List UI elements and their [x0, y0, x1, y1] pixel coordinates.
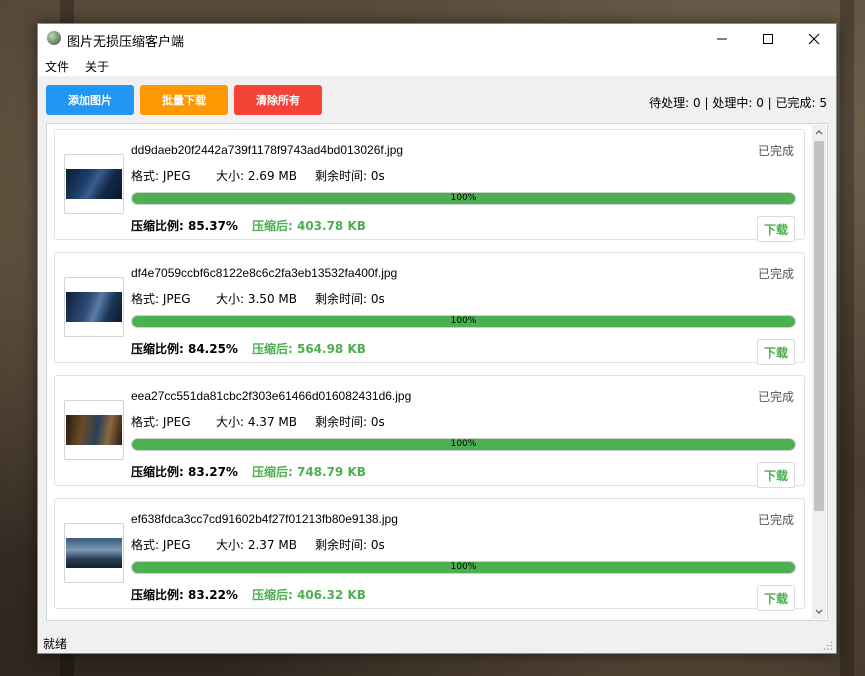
remaining-time-label: 剩余时间: 0s: [315, 169, 385, 183]
image-thumbnail: [66, 169, 122, 199]
file-name: df4e7059ccbf6c8122e8c6c2fa3eb13532fa400f…: [131, 266, 398, 280]
maximize-icon: [763, 34, 773, 44]
remaining-time-label: 剩余时间: 0s: [315, 292, 385, 306]
status-text: 就绪: [43, 637, 68, 651]
compression-ratio: 压缩比例: 83.27%: [131, 465, 238, 479]
download-button[interactable]: 下载: [757, 216, 795, 242]
file-card: df4e7059ccbf6c8122e8c6c2fa3eb13532fa400f…: [54, 252, 805, 365]
compressed-size: 压缩后: 564.98 KB: [252, 342, 366, 356]
compression-ratio: 压缩比例: 85.37%: [131, 219, 238, 233]
file-name: eea27cc551da81cbc2f303e61466d016082431d6…: [131, 389, 412, 403]
thumbnail-frame: [64, 277, 124, 337]
format-label: 格式: JPEG: [131, 292, 191, 306]
compressed-size: 压缩后: 748.79 KB: [252, 465, 366, 479]
status-bar: 就绪: [38, 627, 836, 653]
size-label: 大小: 4.37 MB: [216, 415, 297, 429]
download-button[interactable]: 下载: [757, 585, 795, 611]
batch-download-button[interactable]: 批量下载: [140, 85, 228, 115]
status-label: 已完成: [757, 267, 794, 281]
size-label: 大小: 2.37 MB: [216, 538, 297, 552]
desktop-decoration: [840, 0, 854, 676]
download-button[interactable]: 下载: [757, 462, 795, 488]
scroll-down-button[interactable]: [812, 605, 826, 619]
progress-text: 100%: [450, 316, 477, 326]
title-bar[interactable]: 图片无损压缩客户端: [38, 24, 836, 54]
progress-text: 100%: [450, 439, 477, 449]
file-list: dd9daeb20f2442a739f1178f9743ad4bd013026f…: [46, 123, 828, 621]
file-card: eea27cc551da81cbc2f303e61466d016082431d6…: [54, 375, 805, 488]
progress-text: 100%: [450, 193, 477, 203]
status-label: 已完成: [757, 390, 794, 404]
scroll-up-button[interactable]: [812, 125, 826, 139]
menu-bar: 文件 关于: [38, 54, 836, 76]
minimize-button[interactable]: [699, 24, 745, 54]
status-label: 已完成: [757, 513, 794, 527]
close-button[interactable]: [791, 24, 837, 54]
app-logo-icon: [47, 31, 61, 45]
progress-bar: 100%: [131, 561, 796, 574]
format-label: 格式: JPEG: [131, 415, 191, 429]
chevron-down-icon: [815, 609, 823, 614]
compression-ratio: 压缩比例: 83.22%: [131, 588, 238, 602]
thumbnail-frame: [64, 154, 124, 214]
thumbnail-frame: [64, 400, 124, 460]
app-window: 图片无损压缩客户端 文件 关于 添加图片 批量下载 清除所有 待处理: 0 | …: [37, 23, 837, 654]
progress-bar: 100%: [131, 438, 796, 451]
thumbnail-frame: [64, 523, 124, 583]
add-images-button[interactable]: 添加图片: [46, 85, 134, 115]
status-label: 已完成: [757, 144, 794, 158]
size-label: 大小: 2.69 MB: [216, 169, 297, 183]
compressed-size: 压缩后: 406.32 KB: [252, 588, 366, 602]
image-thumbnail: [66, 292, 122, 322]
file-card: dd9daeb20f2442a739f1178f9743ad4bd013026f…: [54, 129, 805, 242]
format-label: 格式: JPEG: [131, 538, 191, 552]
minimize-icon: [717, 38, 727, 40]
menu-file[interactable]: 文件: [45, 58, 69, 75]
chevron-up-icon: [815, 130, 823, 135]
image-thumbnail: [66, 415, 122, 445]
window-title: 图片无损压缩客户端: [67, 34, 185, 49]
file-name: dd9daeb20f2442a739f1178f9743ad4bd013026f…: [131, 143, 404, 157]
size-label: 大小: 3.50 MB: [216, 292, 297, 306]
progress-bar: 100%: [131, 315, 796, 328]
progress-bar: 100%: [131, 192, 796, 205]
queue-summary: 待处理: 0 | 处理中: 0 | 已完成: 5: [649, 96, 827, 110]
vertical-scrollbar[interactable]: [812, 125, 826, 619]
progress-text: 100%: [450, 562, 477, 572]
maximize-button[interactable]: [745, 24, 791, 54]
format-label: 格式: JPEG: [131, 169, 191, 183]
resize-grip-icon[interactable]: [823, 640, 833, 650]
image-thumbnail: [66, 538, 122, 568]
file-name: ef638fdca3cc7cd91602b4f27f01213fb80e9138…: [131, 512, 398, 526]
compression-ratio: 压缩比例: 84.25%: [131, 342, 238, 356]
remaining-time-label: 剩余时间: 0s: [315, 415, 385, 429]
compressed-size: 压缩后: 403.78 KB: [252, 219, 366, 233]
menu-about[interactable]: 关于: [85, 58, 109, 75]
scroll-thumb[interactable]: [814, 141, 824, 511]
remaining-time-label: 剩余时间: 0s: [315, 538, 385, 552]
file-card: ef638fdca3cc7cd91602b4f27f01213fb80e9138…: [54, 498, 805, 611]
clear-all-button[interactable]: 清除所有: [234, 85, 322, 115]
download-button[interactable]: 下载: [757, 339, 795, 365]
close-icon: [808, 33, 820, 45]
